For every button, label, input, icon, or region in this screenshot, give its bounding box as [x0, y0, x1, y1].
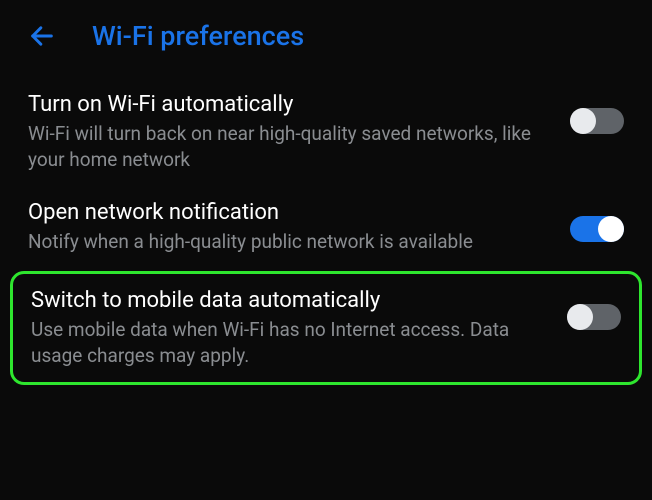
page-title: Wi-Fi preferences	[92, 20, 304, 52]
highlighted-setting: Switch to mobile data automatically Use …	[10, 271, 642, 385]
setting-text: Turn on Wi-Fi automatically Wi-Fi will t…	[28, 92, 550, 172]
setting-mobile-data[interactable]: Switch to mobile data automatically Use …	[13, 274, 639, 382]
toggle-open-network[interactable]	[570, 216, 624, 242]
back-arrow-icon[interactable]	[28, 22, 56, 50]
toggle-knob	[570, 108, 596, 134]
toggle-knob	[598, 216, 624, 242]
settings-list: Turn on Wi-Fi automatically Wi-Fi will t…	[0, 70, 652, 393]
setting-title: Open network notification	[28, 200, 550, 225]
toggle-mobile-data[interactable]	[567, 304, 621, 330]
setting-desc: Notify when a high-quality public networ…	[28, 229, 550, 255]
setting-text: Switch to mobile data automatically Use …	[31, 288, 547, 368]
toggle-knob	[567, 304, 593, 330]
setting-desc: Wi-Fi will turn back on near high-qualit…	[28, 121, 550, 172]
setting-text: Open network notification Notify when a …	[28, 200, 550, 255]
setting-auto-wifi[interactable]: Turn on Wi-Fi automatically Wi-Fi will t…	[0, 78, 652, 186]
setting-title: Switch to mobile data automatically	[31, 288, 547, 313]
header: Wi-Fi preferences	[0, 0, 652, 70]
setting-desc: Use mobile data when Wi-Fi has no Intern…	[31, 317, 547, 368]
setting-title: Turn on Wi-Fi automatically	[28, 92, 550, 117]
setting-open-network[interactable]: Open network notification Notify when a …	[0, 186, 652, 269]
toggle-auto-wifi[interactable]	[570, 108, 624, 134]
